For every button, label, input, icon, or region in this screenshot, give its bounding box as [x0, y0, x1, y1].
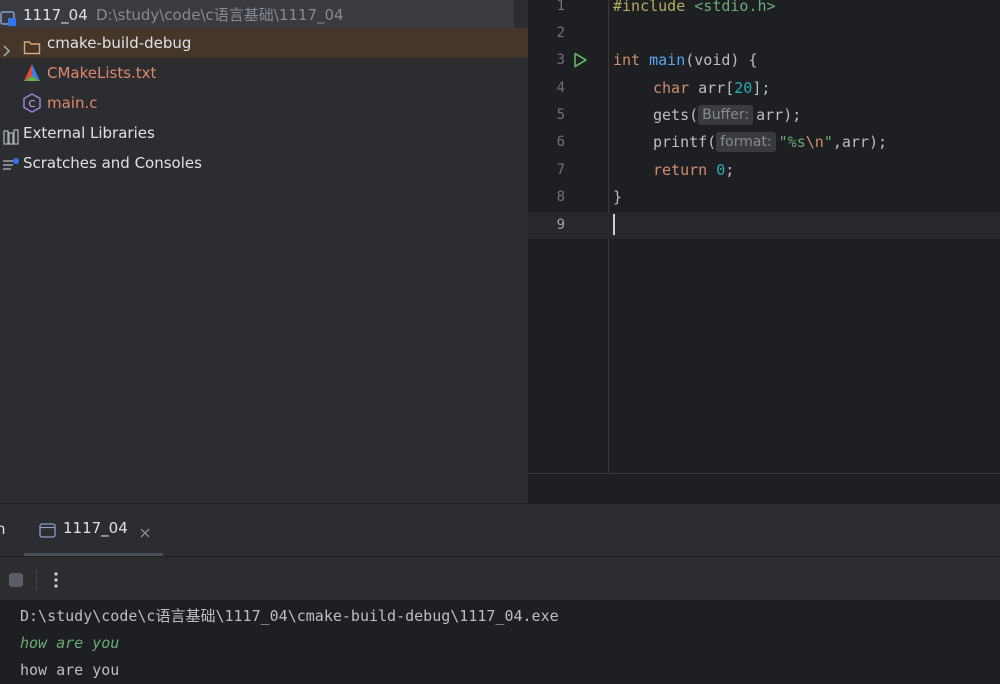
run-window-edge-label: n: [0, 520, 6, 538]
more-options-icon[interactable]: [53, 571, 59, 593]
svg-text:C: C: [29, 99, 36, 110]
code-line-4[interactable]: 4 char arr[20];: [528, 75, 1000, 102]
console-output[interactable]: D:\study\code\c语言基础\1117_04\cmake-build-…: [0, 600, 1000, 684]
keyword: char: [653, 79, 690, 97]
line-number: 5: [556, 107, 565, 123]
code-line-5[interactable]: 5 gets(Buffer: arr);: [528, 102, 1000, 129]
cmake-file-icon: [23, 63, 41, 93]
line-number: 7: [556, 162, 565, 178]
function-call: gets(: [653, 106, 699, 124]
keyword: return: [653, 161, 708, 179]
run-gutter-icon[interactable]: [571, 51, 589, 73]
code-text: }: [613, 188, 623, 206]
library-icon: [3, 125, 20, 155]
parameter-hint: format:: [716, 132, 776, 152]
code-line-1[interactable]: 1 #include <stdio.h>: [528, 0, 1000, 20]
code-text: arr);: [756, 106, 802, 124]
string-literal: "%s: [778, 133, 806, 151]
tree-item-label: CMakeLists.txt: [47, 64, 157, 82]
run-tool-window: n 1117_04 D:\study\code\c语言基础\1117_04\cm…: [0, 503, 1000, 684]
scratches-icon: [2, 154, 20, 184]
stop-icon[interactable]: [8, 572, 24, 592]
project-root-row[interactable]: 1117_04 D:\study\code\c语言基础\1117_04: [0, 0, 514, 30]
console-program-output: how are you: [20, 661, 120, 679]
code-line-7[interactable]: 7 return 0;: [528, 157, 1000, 184]
code-line-8[interactable]: 8 }: [528, 184, 1000, 211]
project-root-name: 1117_04: [23, 6, 88, 24]
toolbar-divider: [36, 569, 37, 591]
line-number: 9: [556, 217, 565, 233]
tree-item-label: main.c: [47, 94, 98, 112]
text-caret: [613, 214, 615, 235]
code-line-9[interactable]: 9: [528, 212, 1000, 239]
number-literal: 0: [716, 161, 726, 179]
code-text: ];: [752, 79, 771, 97]
parameter-hint: Buffer:: [698, 105, 754, 125]
escape-sequence: \n: [805, 133, 824, 151]
preprocessor-directive: #include: [613, 0, 686, 15]
tree-item-label: External Libraries: [23, 124, 155, 142]
function-call: printf(: [653, 133, 717, 151]
include-header: <stdio.h>: [694, 0, 776, 15]
line-number: 1: [556, 0, 565, 14]
code-text: ,arr);: [832, 133, 888, 151]
line-number: 8: [556, 189, 565, 205]
code-text: (void) {: [685, 51, 758, 69]
keyword: int: [613, 51, 641, 69]
function-name: main: [649, 51, 686, 69]
code-line-6[interactable]: 6 printf(format: "%s\n",arr);: [528, 129, 1000, 156]
tree-item-cmake-build-debug[interactable]: cmake-build-debug: [0, 28, 528, 58]
line-number: 3: [556, 52, 565, 68]
run-tab-label: 1117_04: [63, 519, 128, 537]
project-root-path: D:\study\code\c语言基础\1117_04: [96, 6, 344, 24]
editor-footer: [528, 473, 1000, 503]
code-line-2[interactable]: 2: [528, 20, 1000, 47]
number-literal: 20: [734, 79, 753, 97]
console-user-input: how are you: [20, 634, 120, 652]
chevron-right-icon[interactable]: [2, 37, 12, 67]
run-tab[interactable]: 1117_04: [24, 516, 163, 554]
run-toolbar: [0, 556, 1000, 601]
tree-item-label: cmake-build-debug: [47, 34, 192, 52]
code-line-3[interactable]: 3 int main(void) {: [528, 47, 1000, 74]
string-literal-end: ": [823, 133, 833, 151]
close-icon[interactable]: [139, 524, 151, 543]
code-text: ;: [725, 161, 735, 179]
project-panel: 1117_04 D:\study\code\c语言基础\1117_04 cmak…: [0, 0, 528, 503]
tree-item-label: Scratches and Consoles: [23, 154, 202, 172]
console-exe-path: D:\study\code\c语言基础\1117_04\cmake-build-…: [20, 607, 559, 625]
line-number: 6: [556, 134, 565, 150]
folder-icon: [23, 35, 41, 65]
line-number: 2: [556, 25, 565, 41]
line-number: 4: [556, 80, 565, 96]
code-text: arr[: [689, 79, 735, 97]
console-icon: [39, 523, 56, 542]
